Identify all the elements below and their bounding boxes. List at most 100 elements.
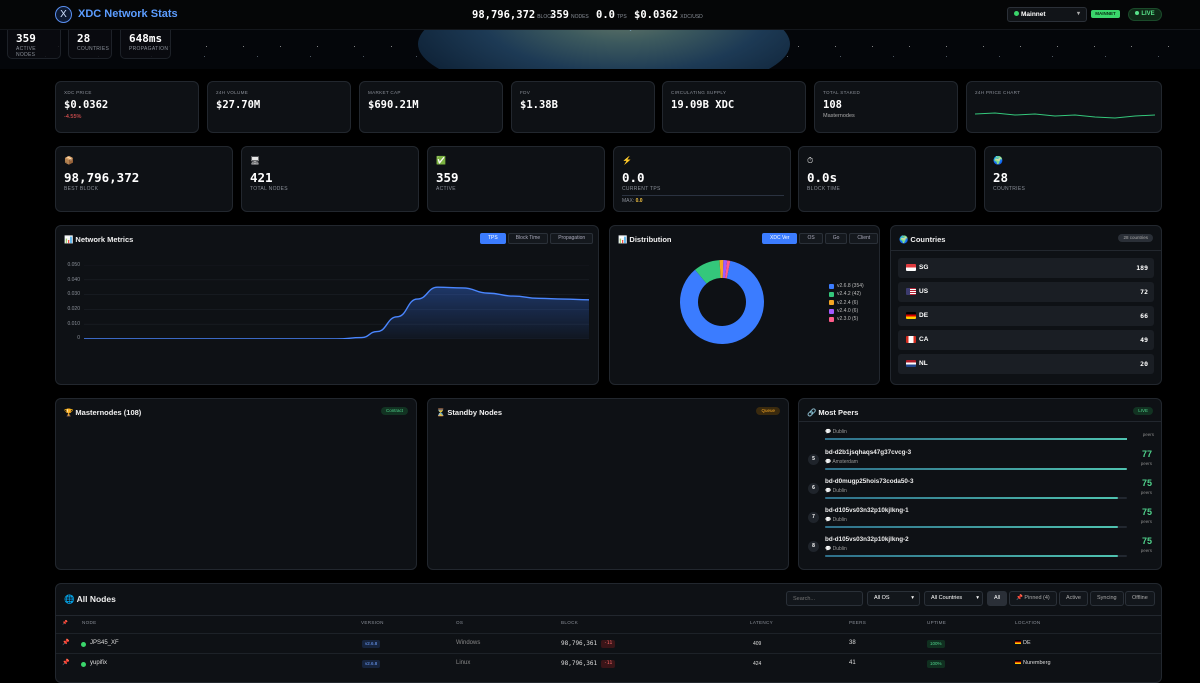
country-count: 72 [1140,288,1148,296]
network-select[interactable]: Mainnet ▾ [1007,7,1087,22]
y-tick-label: 0.030 [67,291,80,297]
volume-label: 24H VOLUME [216,90,249,95]
column-header-uptime[interactable]: UPTIME [927,620,946,625]
legend-label: v2.4.0 (6) [837,308,859,315]
stat-countries: 🌍 28 COUNTRIES [984,146,1162,212]
legend-label: v2.3.0 (5) [837,316,859,323]
flag-nl-icon [906,360,916,367]
queue-badge: Queue [756,407,780,415]
legend-swatch [829,283,834,289]
price-change: -4.55% [64,114,82,120]
tab-go[interactable]: Go [824,233,848,244]
country-row-nl[interactable]: NL 20 [898,354,1154,374]
country-row-sg[interactable]: SG 189 [898,258,1154,278]
peer-row[interactable]: 8 bd-d105vs03n32p10kjlkng-2 💬 Dublin 75 peer… [806,536,1154,563]
header-tps-unit: TPS [616,14,627,20]
pin-icon[interactable]: 📌 [62,659,69,666]
node-peers: 38 [849,640,856,646]
column-header-version[interactable]: VERSION [361,620,384,625]
peer-row[interactable]: 7 bd-d105vs03n32p10kjlkng-1 💬 Dublin 75 peer… [806,507,1154,534]
globe-visual[interactable] [418,30,790,69]
country-count: 189 [1136,264,1148,272]
column-header-os[interactable]: OS [456,620,463,625]
price-sparkline [975,112,1155,119]
version-donut-chart[interactable] [679,259,765,345]
country-row-de[interactable]: DE 66 [898,306,1154,326]
node-name[interactable]: yupifix [90,660,107,666]
country-code: DE [919,312,929,319]
filter-syncing-button[interactable]: Syncing [1090,591,1124,606]
country-row-us[interactable]: US 72 [898,282,1154,302]
pin-icon[interactable]: 📌 [62,639,69,646]
column-header-location[interactable]: LOCATION [1015,620,1041,625]
node-location-text: Nuremberg [1023,660,1051,666]
market-card-price-chart[interactable]: 24H PRICE CHART [966,81,1162,133]
tab-propagation[interactable]: Propagation [550,233,594,244]
column-header-block[interactable]: BLOCK [561,620,578,625]
y-tick-label: 0 [77,335,80,341]
lightning-icon: ⚡ [622,156,632,165]
country-count: 20 [1140,360,1148,368]
filter-offline-button[interactable]: Offline [1125,591,1155,606]
peer-partial-bar [825,438,1127,440]
table-row[interactable]: 📌 JPS45_XF v2.6.8 Windows 98,796,361 -11 … [56,633,1161,653]
chevron-down-icon: ▾ [1076,11,1080,17]
live-indicator: LIVE [1128,8,1162,21]
node-name[interactable]: JPS45_XF [90,640,119,646]
all-nodes-title: 🌐 All Nodes [64,594,116,604]
check-icon: ✅ [436,156,446,165]
country-code: NL [919,360,928,367]
tab-xdc-ver[interactable]: XDC Ver [762,233,798,244]
header-stat-nodes: 359 NODES [550,9,589,21]
hero-countries-value: 28 [77,32,91,45]
table-row[interactable]: 📌 yupifix v2.6.8 Linux 98,796,361 -11 424… [56,653,1161,673]
column-header-node[interactable]: NODE [82,620,96,625]
tab-os[interactable]: OS [799,233,823,244]
tab-tps[interactable]: TPS [480,233,506,244]
stat-total-nodes: 🖥 421 TOTAL NODES [241,146,419,212]
peer-count: 77 [1141,449,1152,459]
peer-rank: 6 [808,483,819,494]
hero-stat-countries: 28 COUNTRIES [68,30,112,59]
peer-count-label: peers [1140,548,1152,553]
market-card-volume: 24H VOLUME $27.70M [207,81,351,133]
legend-swatch [829,316,834,322]
peer-location: 💬 Dublin [825,546,847,552]
country-row-ca[interactable]: CA 49 [898,330,1154,350]
node-search-input[interactable] [786,591,863,606]
legend-swatch [829,308,834,314]
country-code: US [919,288,929,295]
country-code: SG [919,264,929,271]
country-filter-select[interactable]: All Countries ▾ [924,591,983,606]
peer-location: 💬 Dublin [825,488,847,494]
tab-client[interactable]: Client [849,233,879,244]
xdc-logo[interactable]: X [55,6,72,23]
peer-count: 75 [1141,478,1152,488]
peer-count-label: peers [1140,490,1152,495]
peer-name: bd-d2b1jsqhaqs47g37cvcg-3 [825,449,912,456]
distribution-legend: v2.6.8 (354) v2.4.2 (42) v2.2.4 (6) v2.4… [829,282,864,323]
y-tick-label: 0.040 [67,277,80,283]
os-filter-select[interactable]: All OS ▾ [867,591,920,606]
brand-title[interactable]: XDC Network Stats [78,8,178,20]
peer-partial-location-text: Dublin [832,429,847,435]
tps-chart[interactable] [84,265,589,339]
peer-row[interactable]: 6 bd-d0mugp25hois73coda50-3 💬 Dublin 75 peer… [806,478,1154,505]
column-header-peers[interactable]: PEERS [849,620,866,625]
active-label: ACTIVE [436,186,456,192]
distribution-title: 📊 Distribution [618,235,672,244]
column-header-pin[interactable]: 📌 [62,620,68,626]
hero-propagation-label: PROPAGATION [129,46,169,52]
peer-rank: 8 [808,541,819,552]
legend-swatch [829,291,834,297]
column-header-latency[interactable]: LATENCY [750,620,773,625]
tab-block-time[interactable]: Block Time [507,233,549,244]
header-block-value: 98,796,372 [472,9,536,21]
node-version: v2.6.8 [362,640,381,648]
filter-active-button[interactable]: Active [1059,591,1088,606]
current-tps-label: CURRENT TPS [622,186,661,192]
filter-pinned-button[interactable]: 📌 Pinned (4) [1009,591,1057,606]
filter-all-button[interactable]: All [987,591,1008,606]
peer-location: 💬 Dublin [825,517,847,523]
peer-row[interactable]: 5 bd-d2b1jsqhaqs47g37cvcg-3 💬 Amsterdam 77 p… [806,449,1154,476]
